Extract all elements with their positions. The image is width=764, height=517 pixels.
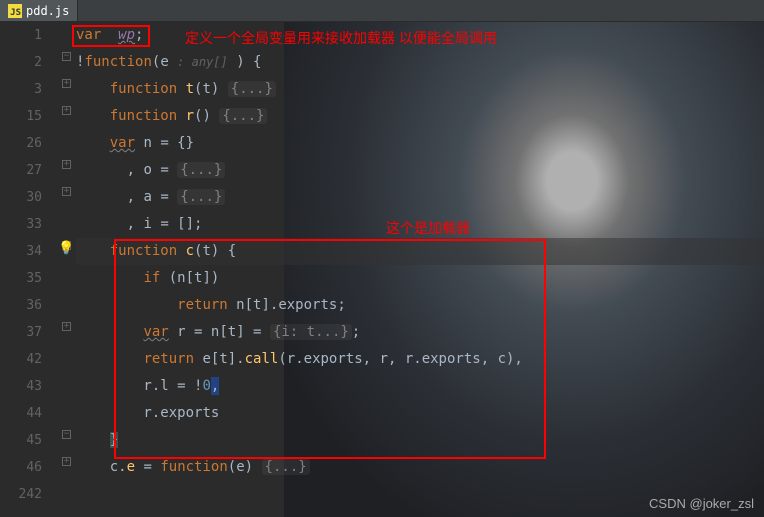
watermark: CSDN @joker_zsl bbox=[649, 496, 754, 511]
line-number: 27 bbox=[0, 157, 42, 184]
annotation-text-top: 定义一个全局变量用来接收加载器 以便能全局调用 bbox=[185, 28, 497, 48]
code-line[interactable]: function r() {...} bbox=[76, 103, 764, 130]
line-number: 44 bbox=[0, 400, 42, 427]
code-line[interactable]: , a = {...} bbox=[76, 184, 764, 211]
line-number: 42 bbox=[0, 346, 42, 373]
line-number: 46 bbox=[0, 454, 42, 481]
code-line[interactable]: , o = {...} bbox=[76, 157, 764, 184]
line-number: 2 bbox=[0, 49, 42, 76]
line-number: 36 bbox=[0, 292, 42, 319]
fold-toggle[interactable]: + bbox=[62, 322, 71, 331]
fold-toggle[interactable]: + bbox=[62, 160, 71, 169]
annotation-box-loader bbox=[114, 239, 546, 459]
code-line[interactable]: !function(e : any[] ) { bbox=[76, 49, 764, 76]
tab-pdd-js[interactable]: JS pdd.js bbox=[0, 0, 78, 21]
tab-bar: JS pdd.js bbox=[0, 0, 764, 22]
line-number: 242 bbox=[0, 481, 42, 508]
tab-filename: pdd.js bbox=[26, 4, 69, 18]
code-line[interactable]: function t(t) {...} bbox=[76, 76, 764, 103]
fold-toggle[interactable]: − bbox=[62, 430, 71, 439]
line-number: 33 bbox=[0, 211, 42, 238]
fold-toggle[interactable]: + bbox=[62, 79, 71, 88]
annotation-box-var bbox=[72, 25, 150, 47]
intention-bulb-icon[interactable]: 💡 bbox=[58, 241, 74, 256]
line-number: 34 bbox=[0, 238, 42, 265]
line-number-gutter: 1231526273033343536374243444546242 bbox=[0, 22, 62, 517]
line-number: 1 bbox=[0, 22, 42, 49]
line-number: 35 bbox=[0, 265, 42, 292]
fold-toggle[interactable]: + bbox=[62, 457, 71, 466]
fold-column: −++++−+−+ bbox=[62, 22, 76, 517]
line-number: 26 bbox=[0, 130, 42, 157]
fold-toggle[interactable]: − bbox=[62, 52, 71, 61]
line-number: 45 bbox=[0, 427, 42, 454]
line-number: 30 bbox=[0, 184, 42, 211]
code-line[interactable]: var n = {} bbox=[76, 130, 764, 157]
annotation-text-mid: 这个是加载器 bbox=[386, 218, 470, 238]
line-number: 15 bbox=[0, 103, 42, 130]
line-number: 37 bbox=[0, 319, 42, 346]
line-number: 43 bbox=[0, 373, 42, 400]
fold-toggle[interactable]: + bbox=[62, 106, 71, 115]
js-file-icon: JS bbox=[8, 4, 22, 18]
line-number: 3 bbox=[0, 76, 42, 103]
fold-toggle[interactable]: + bbox=[62, 187, 71, 196]
